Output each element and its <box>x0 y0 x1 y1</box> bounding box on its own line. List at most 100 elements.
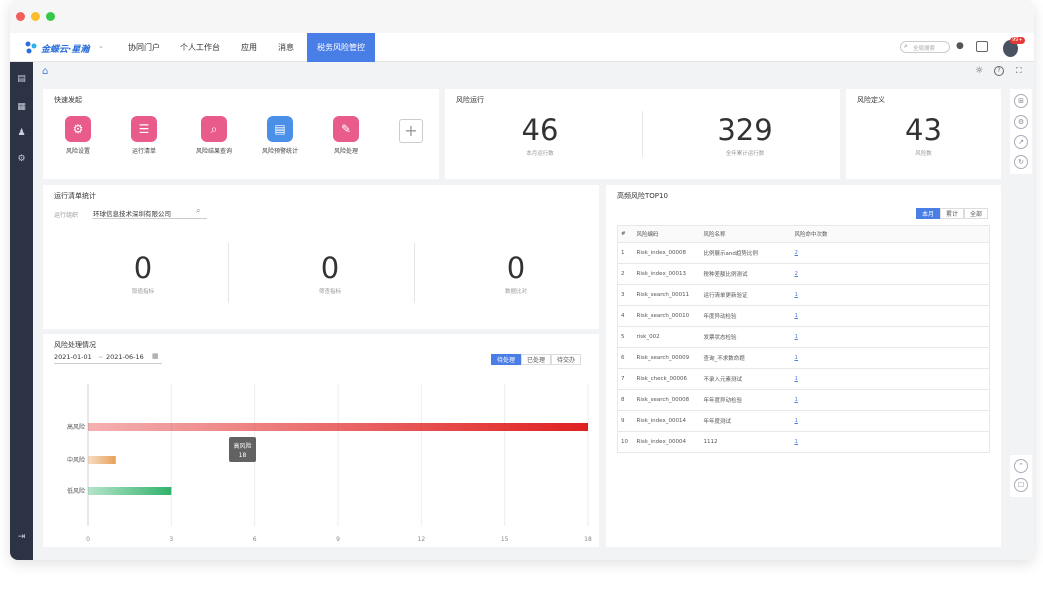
risk-code-cell: Risk_index_00014 <box>633 410 701 432</box>
tooltip-value: 18 <box>238 452 247 459</box>
settings-icon[interactable]: ⚙ <box>1014 115 1028 129</box>
risk-code-cell: Risk_search_00011 <box>633 284 701 306</box>
refresh-icon[interactable]: ↻ <box>1014 155 1028 169</box>
hit-count-link[interactable]: 1 <box>791 389 990 411</box>
column-header: 风险名称 <box>700 225 792 243</box>
layout-icon[interactable]: ⊞ <box>1014 94 1028 108</box>
table-row[interactable]: 6 Risk_search_00009 查询_不求数命题 1 <box>617 347 990 369</box>
dashboard-icon[interactable]: ▤ <box>16 74 27 84</box>
table-row[interactable]: 5 risk_002 发票状态检验 1 <box>617 326 990 348</box>
divider <box>642 111 643 157</box>
search-icon: ⌕ <box>904 42 908 50</box>
risk-code-cell: Risk_index_00008 <box>633 242 701 264</box>
table-row[interactable]: 10 Risk_index_00004 1112 1 <box>617 431 990 453</box>
user-icon[interactable]: ♟ <box>16 128 27 138</box>
quick-item-run-list[interactable]: ☰ 运行清单 <box>119 116 169 155</box>
risk-handle-bar-chart: 0 3 6 9 12 15 18 高风险中风险低风险 <box>67 384 592 543</box>
right-toolbar: ⊞ ⚙ ↗ ↻ <box>1010 89 1032 174</box>
logo-text[interactable]: 金蝶云·星瀚 <box>41 42 89 55</box>
app-window: 金蝶云·星瀚 ⌄ 协同门户 个人工作台 应用 消息 税务风险管控 ⌕ 全局搜索 … <box>10 0 1034 560</box>
fullscreen-icon[interactable]: ⛶ <box>1016 66 1022 76</box>
column-header: # <box>617 225 634 243</box>
tab-all[interactable]: 全部 <box>964 208 989 219</box>
quick-item-label: 风险处理 <box>333 148 358 155</box>
hit-count-link[interactable]: 1 <box>791 431 990 453</box>
bulb-icon[interactable]: ☼ <box>975 66 983 76</box>
tab-cumulative[interactable]: 累计 <box>940 208 965 219</box>
tab-this-month[interactable]: 本月 <box>916 208 941 219</box>
share-icon[interactable]: ↗ <box>1014 135 1028 149</box>
result-query-icon: ⌕ <box>201 116 227 142</box>
hit-count-link[interactable]: 1 <box>791 305 990 327</box>
table-header-row: # 风险编码 风险名称 风险命中次数 <box>617 225 990 243</box>
table-row[interactable]: 9 Risk_index_00014 年年度测试 1 <box>617 410 990 432</box>
org-select[interactable]: 环球信息技术深圳有限公司 ⌕ <box>92 206 207 219</box>
table-row[interactable]: 8 Risk_search_00008 年年度异动检验 1 <box>617 389 990 411</box>
table-row[interactable]: 7 Risk_check_00006 不录入元素测试 1 <box>617 368 990 390</box>
close-window-dot[interactable] <box>16 12 25 21</box>
divider <box>414 243 415 303</box>
search-placeholder: 全局搜索 <box>913 46 936 52</box>
user-switch-icon[interactable]: ● <box>956 41 964 51</box>
calendar-icon[interactable]: ▦ <box>152 352 159 360</box>
quick-item-result-query[interactable]: ⌕ 风险结果查询 <box>189 116 239 155</box>
category-label: 中风险 <box>67 456 85 464</box>
table-row[interactable]: 1 Risk_index_00008 比例展示and趋势比例 2 <box>617 242 990 264</box>
warning-stats-icon: ▤ <box>267 116 293 142</box>
bar-high-risk <box>88 423 588 431</box>
x-tick-label: 9 <box>336 536 340 543</box>
hit-count-link[interactable]: 1 <box>791 284 990 306</box>
risk-name-cell: 年年度测试 <box>700 410 792 432</box>
global-search[interactable]: ⌕ 全局搜索 <box>900 41 950 53</box>
search-icon[interactable]: ⌕ <box>196 206 200 216</box>
hit-count-link[interactable]: 1 <box>791 368 990 390</box>
nav-tax-risk[interactable]: 税务风险管控 <box>307 33 375 62</box>
table-row[interactable]: 2 Risk_index_00013 税种差额比例测试 2 <box>617 263 990 285</box>
divider <box>228 243 229 303</box>
breadcrumb-bar: ⌂ ☼ ? ⛶ <box>33 62 1034 84</box>
maximize-window-dot[interactable] <box>46 12 55 21</box>
hit-count-link[interactable]: 2 <box>791 242 990 264</box>
top-navbar: 金蝶云·星瀚 ⌄ 协同门户 个人工作台 应用 消息 税务风险管控 ⌕ 全局搜索 … <box>10 33 1034 62</box>
add-quick-item-button[interactable]: + <box>399 119 423 143</box>
run-list-card: 运行清单统计 运行组织 环球信息技术深圳有限公司 ⌕ 0 取值指标 0 筛查指标… <box>43 185 599 329</box>
minimize-window-dot[interactable] <box>31 12 40 21</box>
column-header: 风险命中次数 <box>791 225 990 243</box>
chat-icon[interactable]: ☐ <box>1014 478 1028 492</box>
inbox-icon[interactable] <box>976 41 988 52</box>
tab-pending[interactable]: 待处理 <box>491 354 522 365</box>
quick-item-risk-setting[interactable]: ⚙ 风险设置 <box>53 116 103 155</box>
screen-indicator-count: 0 <box>320 251 340 285</box>
home-icon[interactable]: ⌂ <box>42 66 48 77</box>
nav-messages[interactable]: 消息 <box>272 33 300 62</box>
hit-count-link[interactable]: 2 <box>791 263 990 285</box>
quick-item-risk-handle[interactable]: ✎ 风险处理 <box>321 116 371 155</box>
help-icon[interactable]: ? <box>994 66 1004 76</box>
grid-icon[interactable]: ▦ <box>16 102 27 112</box>
row-index: 4 <box>617 305 634 327</box>
chevron-down-icon[interactable]: ⌄ <box>98 42 104 50</box>
table-row[interactable]: 3 Risk_search_00011 运行清单更新验证 1 <box>617 284 990 306</box>
screen-indicator-label: 筛查指标 <box>318 289 341 295</box>
date-from: 2021-01-01 <box>54 353 92 361</box>
risk-code-cell: Risk_search_00008 <box>633 389 701 411</box>
hit-count-link[interactable]: 1 <box>791 347 990 369</box>
row-index: 7 <box>617 368 634 390</box>
notification-badge: 99+ <box>1010 37 1025 44</box>
table-row[interactable]: 4 Risk_search_00010 年度异动检验 1 <box>617 305 990 327</box>
settings-icon[interactable]: ⚙ <box>16 154 27 164</box>
nav-apps[interactable]: 应用 <box>235 33 263 62</box>
date-to: 2021-06-16 <box>106 353 144 361</box>
tab-assigned[interactable]: 待交办 <box>551 354 582 365</box>
tooltip-title: 高风险 <box>233 443 252 450</box>
nav-workbench[interactable]: 个人工作台 <box>174 33 226 62</box>
hit-count-link[interactable]: 1 <box>791 326 990 348</box>
nav-portal[interactable]: 协同门户 <box>122 33 166 62</box>
tab-handled[interactable]: 已处理 <box>521 354 552 365</box>
quick-item-warning-stats[interactable]: ▤ 风险预警统计 <box>255 116 305 155</box>
expand-sidebar-icon[interactable]: ⇥ <box>16 532 27 542</box>
quick-item-label: 风险设置 <box>65 148 90 155</box>
arrow-up-icon[interactable]: ⌃ <box>1014 459 1028 473</box>
hit-count-link[interactable]: 1 <box>791 410 990 432</box>
date-range-picker[interactable]: 2021-01-01 ~ 2021-06-16 ▦ <box>54 352 162 364</box>
